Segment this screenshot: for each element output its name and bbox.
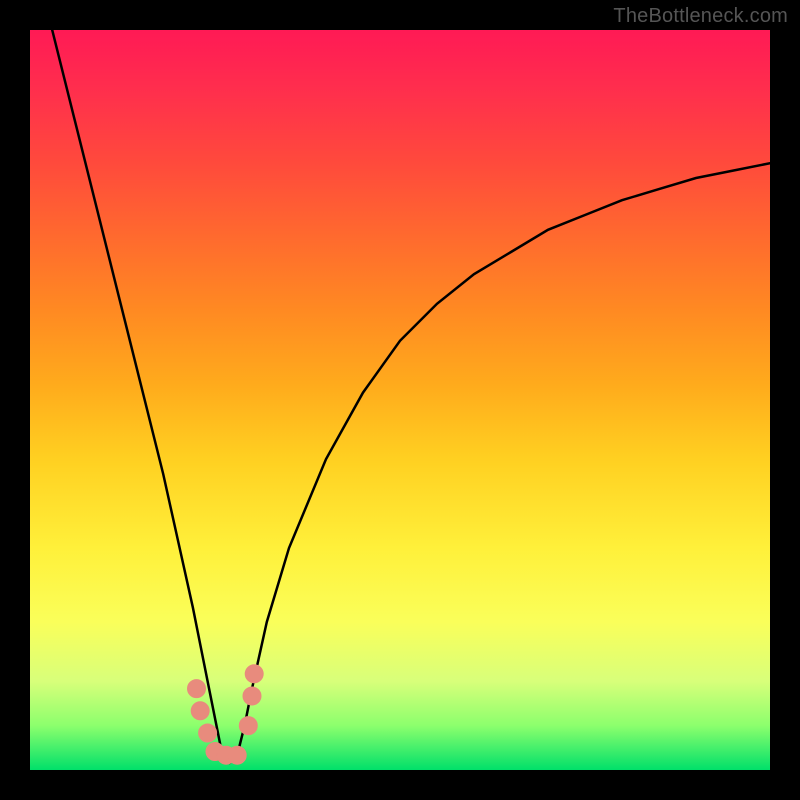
trough-marker [191, 702, 209, 720]
watermark-text: TheBottleneck.com [613, 5, 788, 28]
bottleneck-curve [52, 30, 770, 763]
trough-marker [239, 717, 257, 735]
chart-frame: TheBottleneck.com [0, 0, 800, 800]
trough-marker [188, 680, 206, 698]
trough-marker [199, 724, 217, 742]
trough-marker [245, 665, 263, 683]
curve-svg [30, 30, 770, 770]
trough-marker [228, 746, 246, 764]
trough-markers [188, 665, 264, 764]
plot-area [30, 30, 770, 770]
trough-marker [243, 687, 261, 705]
